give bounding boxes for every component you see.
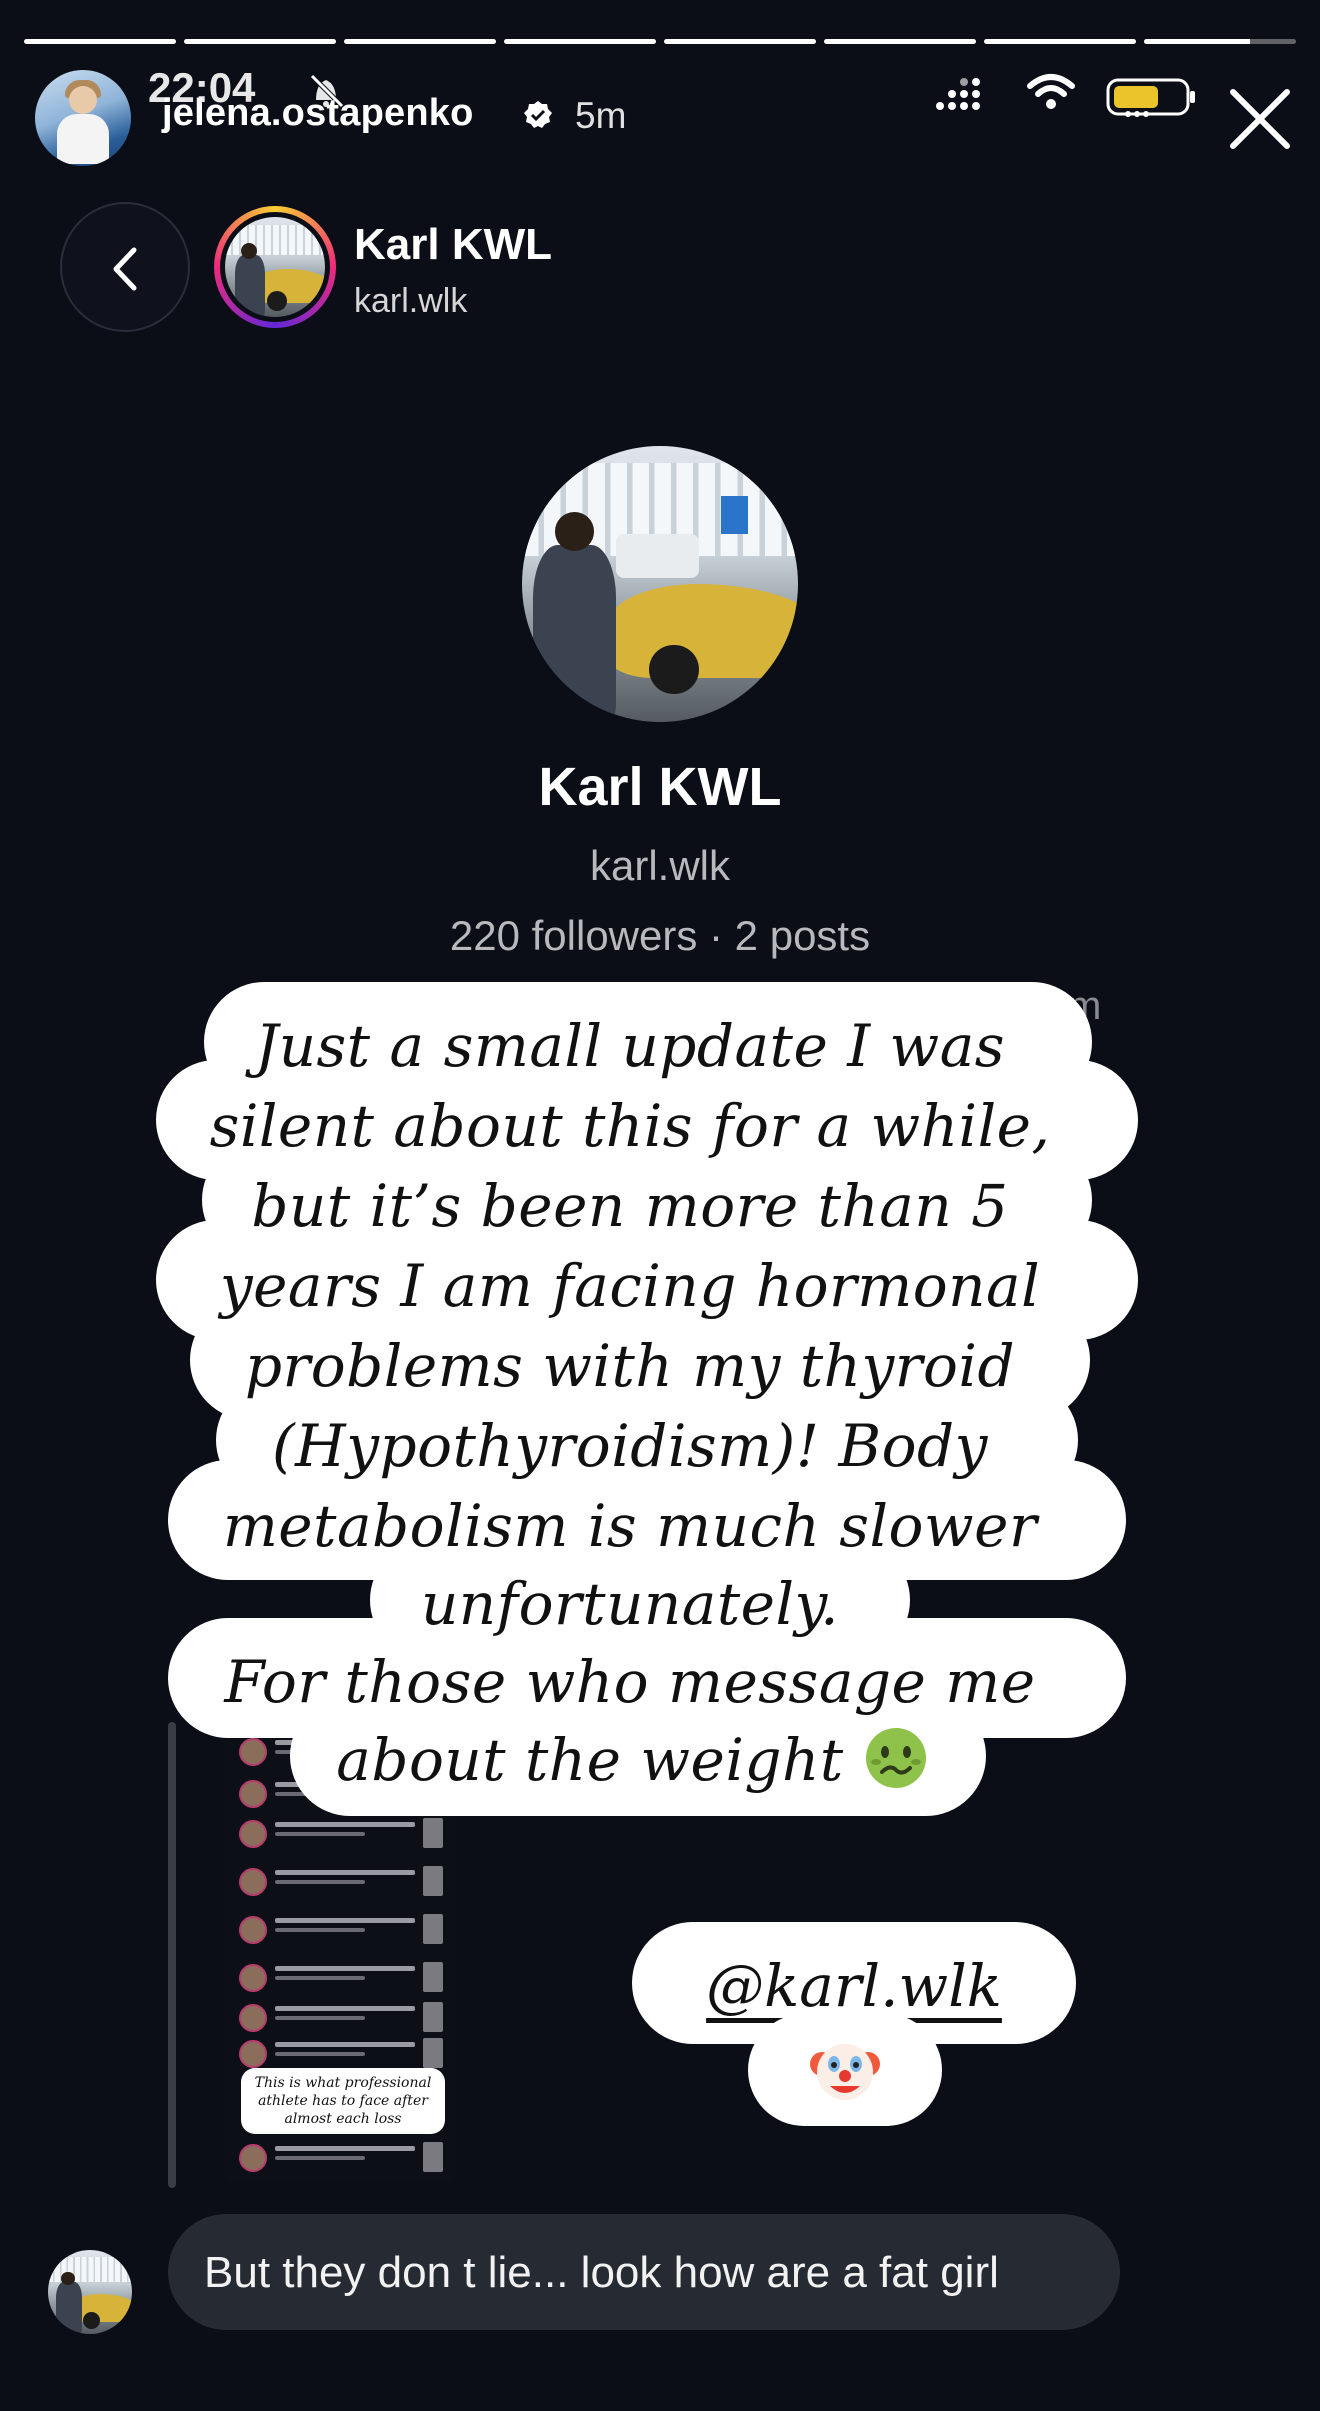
profile-photo [522, 446, 798, 722]
story-text-overlay: Just a small update I was silent about th… [0, 0, 1320, 2411]
verified-icon [524, 101, 552, 128]
overlay-text-line: but it’s been more than 5 [251, 1172, 1009, 1240]
mention-sticker[interactable]: @karl.wlk [632, 1952, 1076, 2020]
message-text: But they don t lie... look how are a fat… [204, 2248, 999, 2297]
overlay-text-line: metabolism is much slower [222, 1492, 1038, 1560]
signal-icon [936, 78, 980, 110]
shared-screenshot[interactable]: This is what professional athlete has to… [225, 1722, 455, 2182]
profile-cut-text: m [1068, 984, 1102, 1028]
story-progress-bar [24, 39, 1296, 45]
comment-row [239, 1778, 451, 1812]
comment-row [239, 2142, 451, 2176]
overlay-text-line: silent about this for a while, [209, 1092, 1051, 1160]
comment-row [239, 1914, 451, 1948]
overlay-text-line: years I am facing hormonal [219, 1252, 1041, 1320]
comment-row [239, 1866, 451, 1900]
progress-segment [24, 39, 176, 44]
nauseated-face-emoji [866, 1728, 926, 1788]
story-author-avatar[interactable] [35, 70, 131, 166]
progress-segment [344, 39, 496, 44]
wifi-icon [1027, 74, 1075, 109]
dm-contact-avatar[interactable] [214, 206, 336, 328]
story-username[interactable]: jelena.ostapenko [162, 92, 474, 135]
reply-rail [168, 1722, 176, 2188]
overlay-text-line: problems with my thyroid [244, 1332, 1016, 1400]
overlay-text-line: For those who message me [224, 1648, 1036, 1716]
profile-name: Karl KWL [538, 757, 782, 817]
profile-handle: karl.wlk [589, 842, 730, 889]
comment-row [239, 2002, 451, 2036]
progress-segment [184, 39, 336, 44]
story-time-ago: 5m [575, 95, 627, 136]
sender-avatar[interactable] [48, 2250, 132, 2334]
clown-face-emoji [810, 2044, 880, 2100]
overlay-text-line: unfortunately. [420, 1570, 840, 1638]
dm-contact-handle: karl.wlk [354, 282, 468, 320]
screenshot-caption: This is what professional athlete has to… [241, 2068, 445, 2134]
profile-stats: 220 followers · 2 posts [449, 912, 871, 959]
chevron-left-icon [113, 247, 137, 291]
progress-segment [984, 39, 1136, 44]
comment-row [239, 2038, 451, 2072]
progress-segment [504, 39, 656, 44]
comment-row [239, 1818, 451, 1852]
comment-row [239, 1736, 451, 1770]
progress-segment [664, 39, 816, 44]
progress-segment [1144, 39, 1296, 44]
progress-segment [824, 39, 976, 44]
battery-icon [1106, 78, 1195, 117]
back-button[interactable] [60, 202, 190, 332]
overlay-text-line: (Hypothyroidism)! Body [272, 1412, 988, 1480]
close-icon[interactable] [1225, 84, 1295, 154]
comment-row [239, 1962, 451, 1996]
dm-contact-name[interactable]: Karl KWL [354, 220, 552, 270]
overlay-text-line: about the weight [336, 1726, 844, 1794]
